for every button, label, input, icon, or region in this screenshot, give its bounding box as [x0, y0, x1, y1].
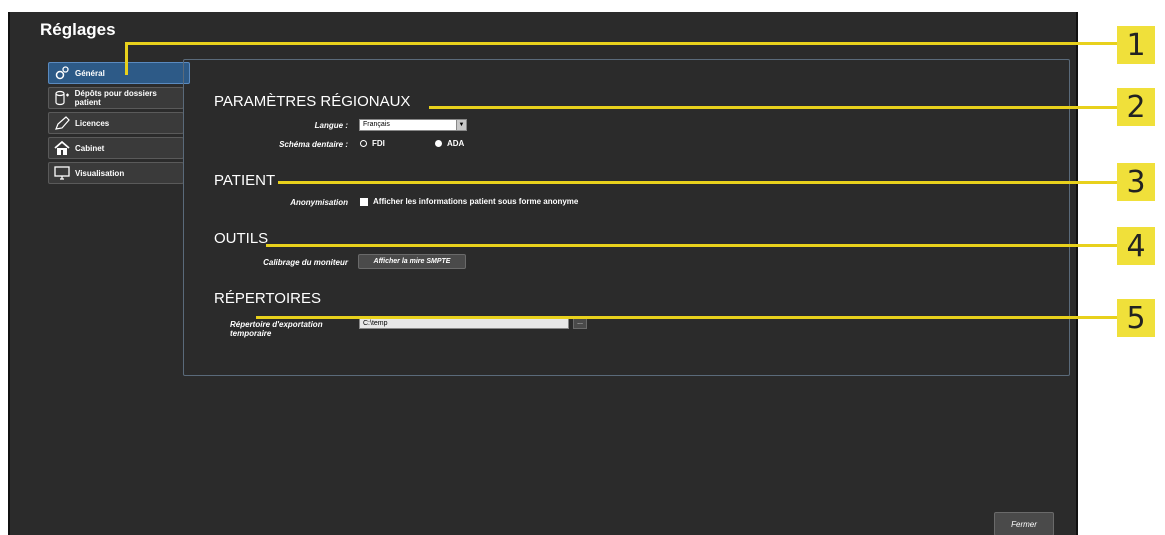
monitor-icon	[53, 165, 71, 181]
chevron-down-icon: ▼	[456, 120, 466, 130]
sidebar-item-patient-repositories[interactable]: Dépôts pour dossiers patient	[48, 87, 184, 109]
radio-label: ADA	[447, 139, 465, 148]
callout-1-leader-vertical	[125, 43, 128, 75]
gears-icon	[53, 65, 71, 81]
sidebar-item-general[interactable]: Général	[48, 62, 190, 84]
settings-sidebar: Général Dépôts pour dossiers patient Lic…	[48, 62, 190, 187]
sidebar-item-licenses[interactable]: Licences	[48, 112, 184, 134]
anonymisation-label: Anonymisation	[290, 198, 348, 207]
window-title: Réglages	[40, 20, 116, 39]
export-directory-label-line2: temporaire	[230, 329, 272, 338]
browse-button[interactable]: ...	[573, 318, 587, 329]
callout-2-leader	[429, 106, 1119, 109]
callout-1-badge: 1	[1117, 26, 1155, 64]
sidebar-item-practice[interactable]: Cabinet	[48, 137, 184, 159]
checkbox-label: Afficher les informations patient sous f…	[373, 197, 579, 206]
tools-heading: OUTILS	[214, 230, 269, 247]
sidebar-item-label: Dépôts pour dossiers patient	[74, 89, 157, 107]
close-button[interactable]: Fermer	[994, 512, 1054, 535]
language-label: Langue :	[314, 121, 348, 130]
language-value: Français	[363, 121, 390, 128]
callout-5-leader	[256, 316, 1119, 319]
sidebar-item-label: Licences	[75, 118, 110, 128]
directories-heading: RÉPERTOIRES	[214, 290, 321, 307]
callout-2-badge: 2	[1117, 88, 1155, 126]
sidebar-item-label: Cabinet	[75, 143, 105, 153]
callout-1-leader	[125, 42, 1119, 45]
patient-heading: PATIENT	[214, 172, 276, 189]
database-icon	[53, 90, 71, 106]
radio-dot	[360, 140, 367, 147]
callout-3-badge: 3	[1117, 163, 1155, 201]
radio-fdi[interactable]: FDI	[360, 139, 385, 148]
sidebar-item-label: Général	[75, 68, 105, 78]
callout-4-leader	[266, 244, 1119, 247]
settings-window: Réglages Général Dépôts pour dossiers pa…	[8, 12, 1078, 535]
checkbox-box	[360, 197, 368, 206]
monitor-calibration-label: Calibrage du moniteur	[263, 258, 348, 267]
callout-5-badge: 5	[1117, 299, 1155, 337]
dental-scheme-label: Schéma dentaire :	[279, 140, 348, 149]
export-directory-label-line1: Répertoire d'exportation	[230, 320, 323, 329]
export-directory-input[interactable]: C:\temp	[359, 318, 569, 329]
language-dropdown[interactable]: Français ▼	[359, 119, 467, 131]
house-icon	[53, 140, 71, 156]
callout-4-badge: 4	[1117, 227, 1155, 265]
radio-dot	[435, 140, 442, 147]
show-smpte-button[interactable]: Afficher la mire SMPTE	[358, 254, 466, 269]
sidebar-item-visualization[interactable]: Visualisation	[48, 162, 184, 184]
regional-settings-heading: PARAMÈTRES RÉGIONAUX	[214, 93, 411, 110]
radio-label: FDI	[372, 139, 385, 148]
callout-3-leader	[278, 181, 1119, 184]
export-directory-label: Répertoire d'exportation temporaire	[214, 320, 348, 338]
pen-icon	[53, 115, 71, 131]
radio-ada[interactable]: ADA	[435, 139, 464, 148]
sidebar-item-label: Visualisation	[75, 168, 125, 178]
anonymisation-checkbox[interactable]: Afficher les informations patient sous f…	[360, 197, 578, 206]
